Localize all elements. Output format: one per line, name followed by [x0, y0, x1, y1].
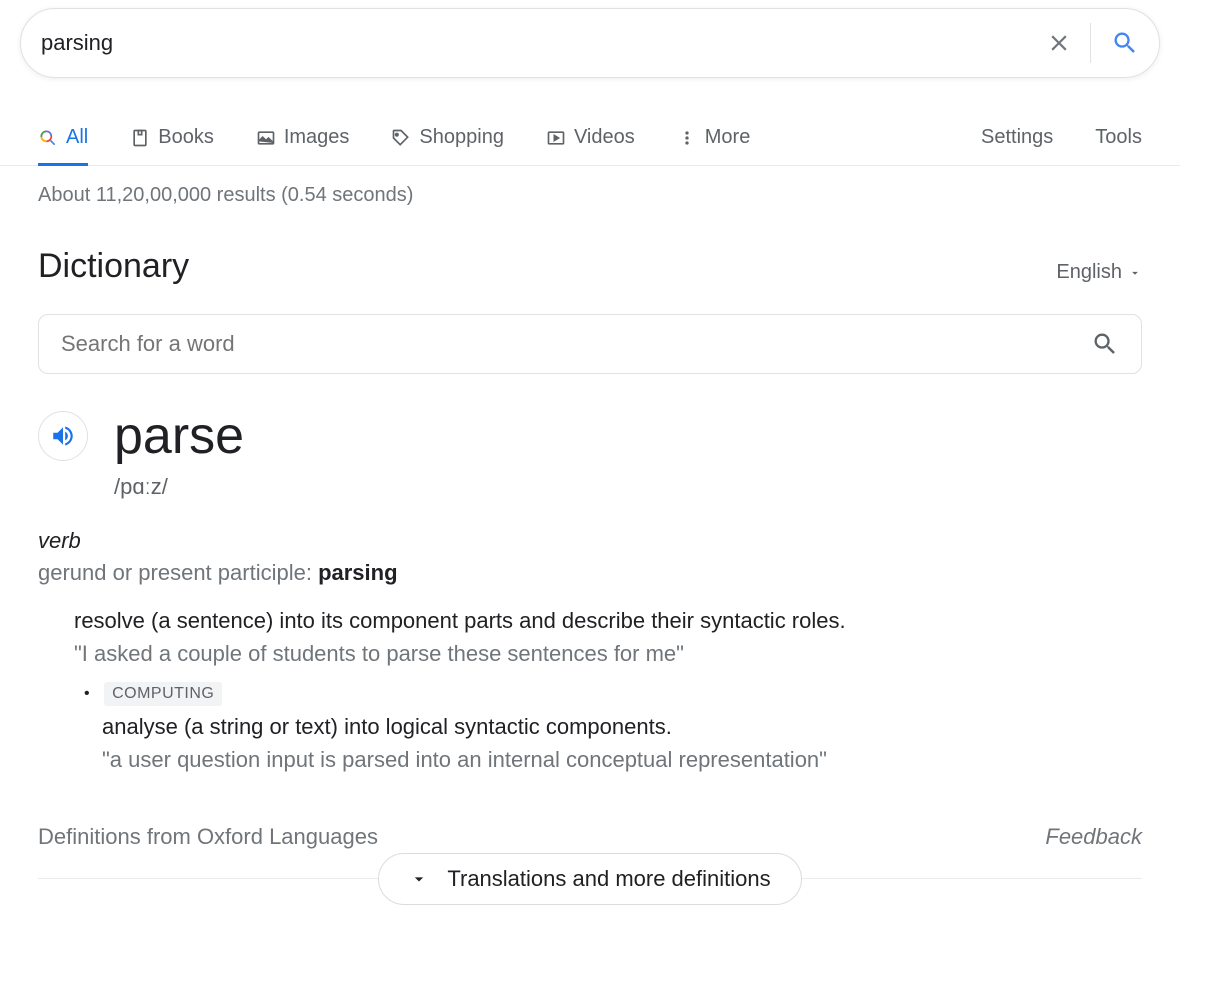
definition-source: Definitions from Oxford Languages	[38, 824, 378, 850]
tools-link[interactable]: Tools	[1095, 126, 1142, 149]
tab-label: All	[66, 126, 88, 149]
headword: parse	[114, 406, 244, 466]
search-multicolor-icon	[38, 128, 58, 148]
result-stats: About 11,20,00,000 results (0.54 seconds…	[0, 166, 1180, 207]
chevron-down-icon	[409, 869, 429, 889]
search-bar	[20, 8, 1160, 78]
clear-button[interactable]	[1046, 23, 1091, 63]
language-label: English	[1056, 261, 1122, 284]
expand-label: Translations and more definitions	[447, 866, 770, 892]
tab-shopping[interactable]: Shopping	[391, 110, 504, 165]
tag-icon	[391, 128, 411, 148]
sub-example-text: "a user question input is parsed into an…	[102, 743, 1142, 776]
speaker-icon	[50, 423, 76, 449]
word-form: gerund or present participle: parsing	[38, 560, 1142, 586]
word-search-input[interactable]	[61, 331, 1091, 357]
tab-books[interactable]: Books	[130, 110, 214, 165]
more-icon	[677, 128, 697, 148]
tab-label: Shopping	[419, 126, 504, 149]
dropdown-icon	[1128, 266, 1142, 280]
tab-label: Books	[158, 126, 214, 149]
dictionary-block: Dictionary English parse /pɑːz/ verb ger…	[0, 247, 1180, 931]
tab-more[interactable]: More	[677, 110, 751, 165]
feedback-link[interactable]: Feedback	[1045, 824, 1142, 850]
tab-label: More	[705, 126, 751, 149]
sub-definition-text: analyse (a string or text) into logical …	[102, 710, 1142, 743]
tab-label: Images	[284, 126, 350, 149]
settings-link[interactable]: Settings	[981, 126, 1053, 149]
search-button[interactable]	[1111, 29, 1139, 57]
image-icon	[256, 128, 276, 148]
tab-label: Videos	[574, 126, 635, 149]
word-search-box	[38, 314, 1142, 374]
book-icon	[130, 128, 150, 148]
search-icon[interactable]	[1091, 330, 1119, 358]
tab-images[interactable]: Images	[256, 110, 350, 165]
tab-videos[interactable]: Videos	[546, 110, 635, 165]
part-of-speech: verb	[38, 528, 1142, 554]
close-icon	[1046, 30, 1072, 56]
dictionary-title: Dictionary	[38, 247, 189, 286]
pronounce-button[interactable]	[38, 411, 88, 461]
language-select[interactable]: English	[1056, 261, 1142, 284]
example-text: "I asked a couple of students to parse t…	[74, 637, 1142, 670]
tabs-bar: All Books Images Shopping Videos More Se…	[0, 110, 1180, 166]
domain-tag: COMPUTING	[104, 682, 222, 706]
pronunciation: /pɑːz/	[114, 474, 1142, 500]
search-icon	[1111, 29, 1139, 57]
definition-text: resolve (a sentence) into its component …	[74, 604, 1142, 637]
search-input[interactable]	[41, 30, 1046, 56]
expand-button[interactable]: Translations and more definitions	[378, 853, 801, 905]
tab-all[interactable]: All	[38, 110, 88, 165]
video-icon	[546, 128, 566, 148]
